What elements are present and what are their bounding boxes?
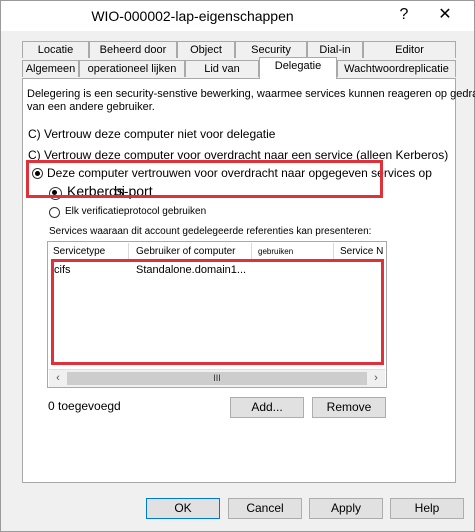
- sub-any-protocol-label[interactable]: Elk verificatieprotocol gebruiken: [65, 206, 206, 217]
- tab-security[interactable]: Security: [235, 41, 307, 58]
- tab-object[interactable]: Object: [177, 41, 235, 58]
- highlight-box-option: [26, 160, 383, 198]
- tab-dial-in[interactable]: Dial-in: [307, 41, 363, 58]
- tab-editor[interactable]: Editor: [363, 41, 456, 58]
- properties-dialog: WIO-000002-lap-eigenschappen ? ✕ Locatie…: [0, 0, 475, 532]
- option-no-delegation[interactable]: C) Vertrouw deze computer niet voor dele…: [28, 127, 275, 141]
- add-button[interactable]: Add...: [230, 397, 304, 418]
- horizontal-scrollbar[interactable]: ‹ III ›: [49, 369, 385, 387]
- title-bar: WIO-000002-lap-eigenschappen ? ✕: [1, 1, 474, 31]
- help-icon[interactable]: ?: [387, 1, 421, 29]
- scroll-thumb[interactable]: III: [67, 372, 367, 385]
- tab-lid-van[interactable]: Lid van: [185, 60, 259, 77]
- radio-any-protocol[interactable]: [49, 207, 60, 218]
- tab-operationeel-lijken[interactable]: operationeel lijken: [79, 60, 185, 77]
- delegation-description-line2: van een andere gebruiker.: [27, 101, 155, 113]
- close-icon[interactable]: ✕: [422, 1, 468, 29]
- tab-beheerd-door[interactable]: Beheerd door: [89, 41, 177, 58]
- ok-button[interactable]: OK: [146, 498, 220, 519]
- services-label: Services waaraan dit account gedelegeerd…: [49, 226, 372, 237]
- added-count: 0 toegevoegd: [48, 399, 121, 413]
- scroll-left-icon[interactable]: ‹: [50, 371, 66, 386]
- delegation-description-line1: Delegering is een security-senstive bewe…: [27, 88, 475, 100]
- tab-wachtwoordreplicatie[interactable]: Wachtwoordreplicatie: [337, 60, 456, 77]
- help-button[interactable]: Help: [390, 498, 464, 519]
- window-title: WIO-000002-lap-eigenschappen: [91, 8, 294, 24]
- tab-algemeen[interactable]: Algemeen: [22, 60, 79, 77]
- tab-delegatie[interactable]: Delegatie: [259, 57, 337, 79]
- apply-button[interactable]: Apply: [309, 498, 383, 519]
- scroll-right-icon[interactable]: ›: [368, 371, 384, 386]
- highlight-box-list: [51, 259, 384, 365]
- tab-locatie[interactable]: Locatie: [22, 41, 89, 58]
- remove-button[interactable]: Remove: [312, 397, 386, 418]
- cancel-button[interactable]: Cancel: [228, 498, 302, 519]
